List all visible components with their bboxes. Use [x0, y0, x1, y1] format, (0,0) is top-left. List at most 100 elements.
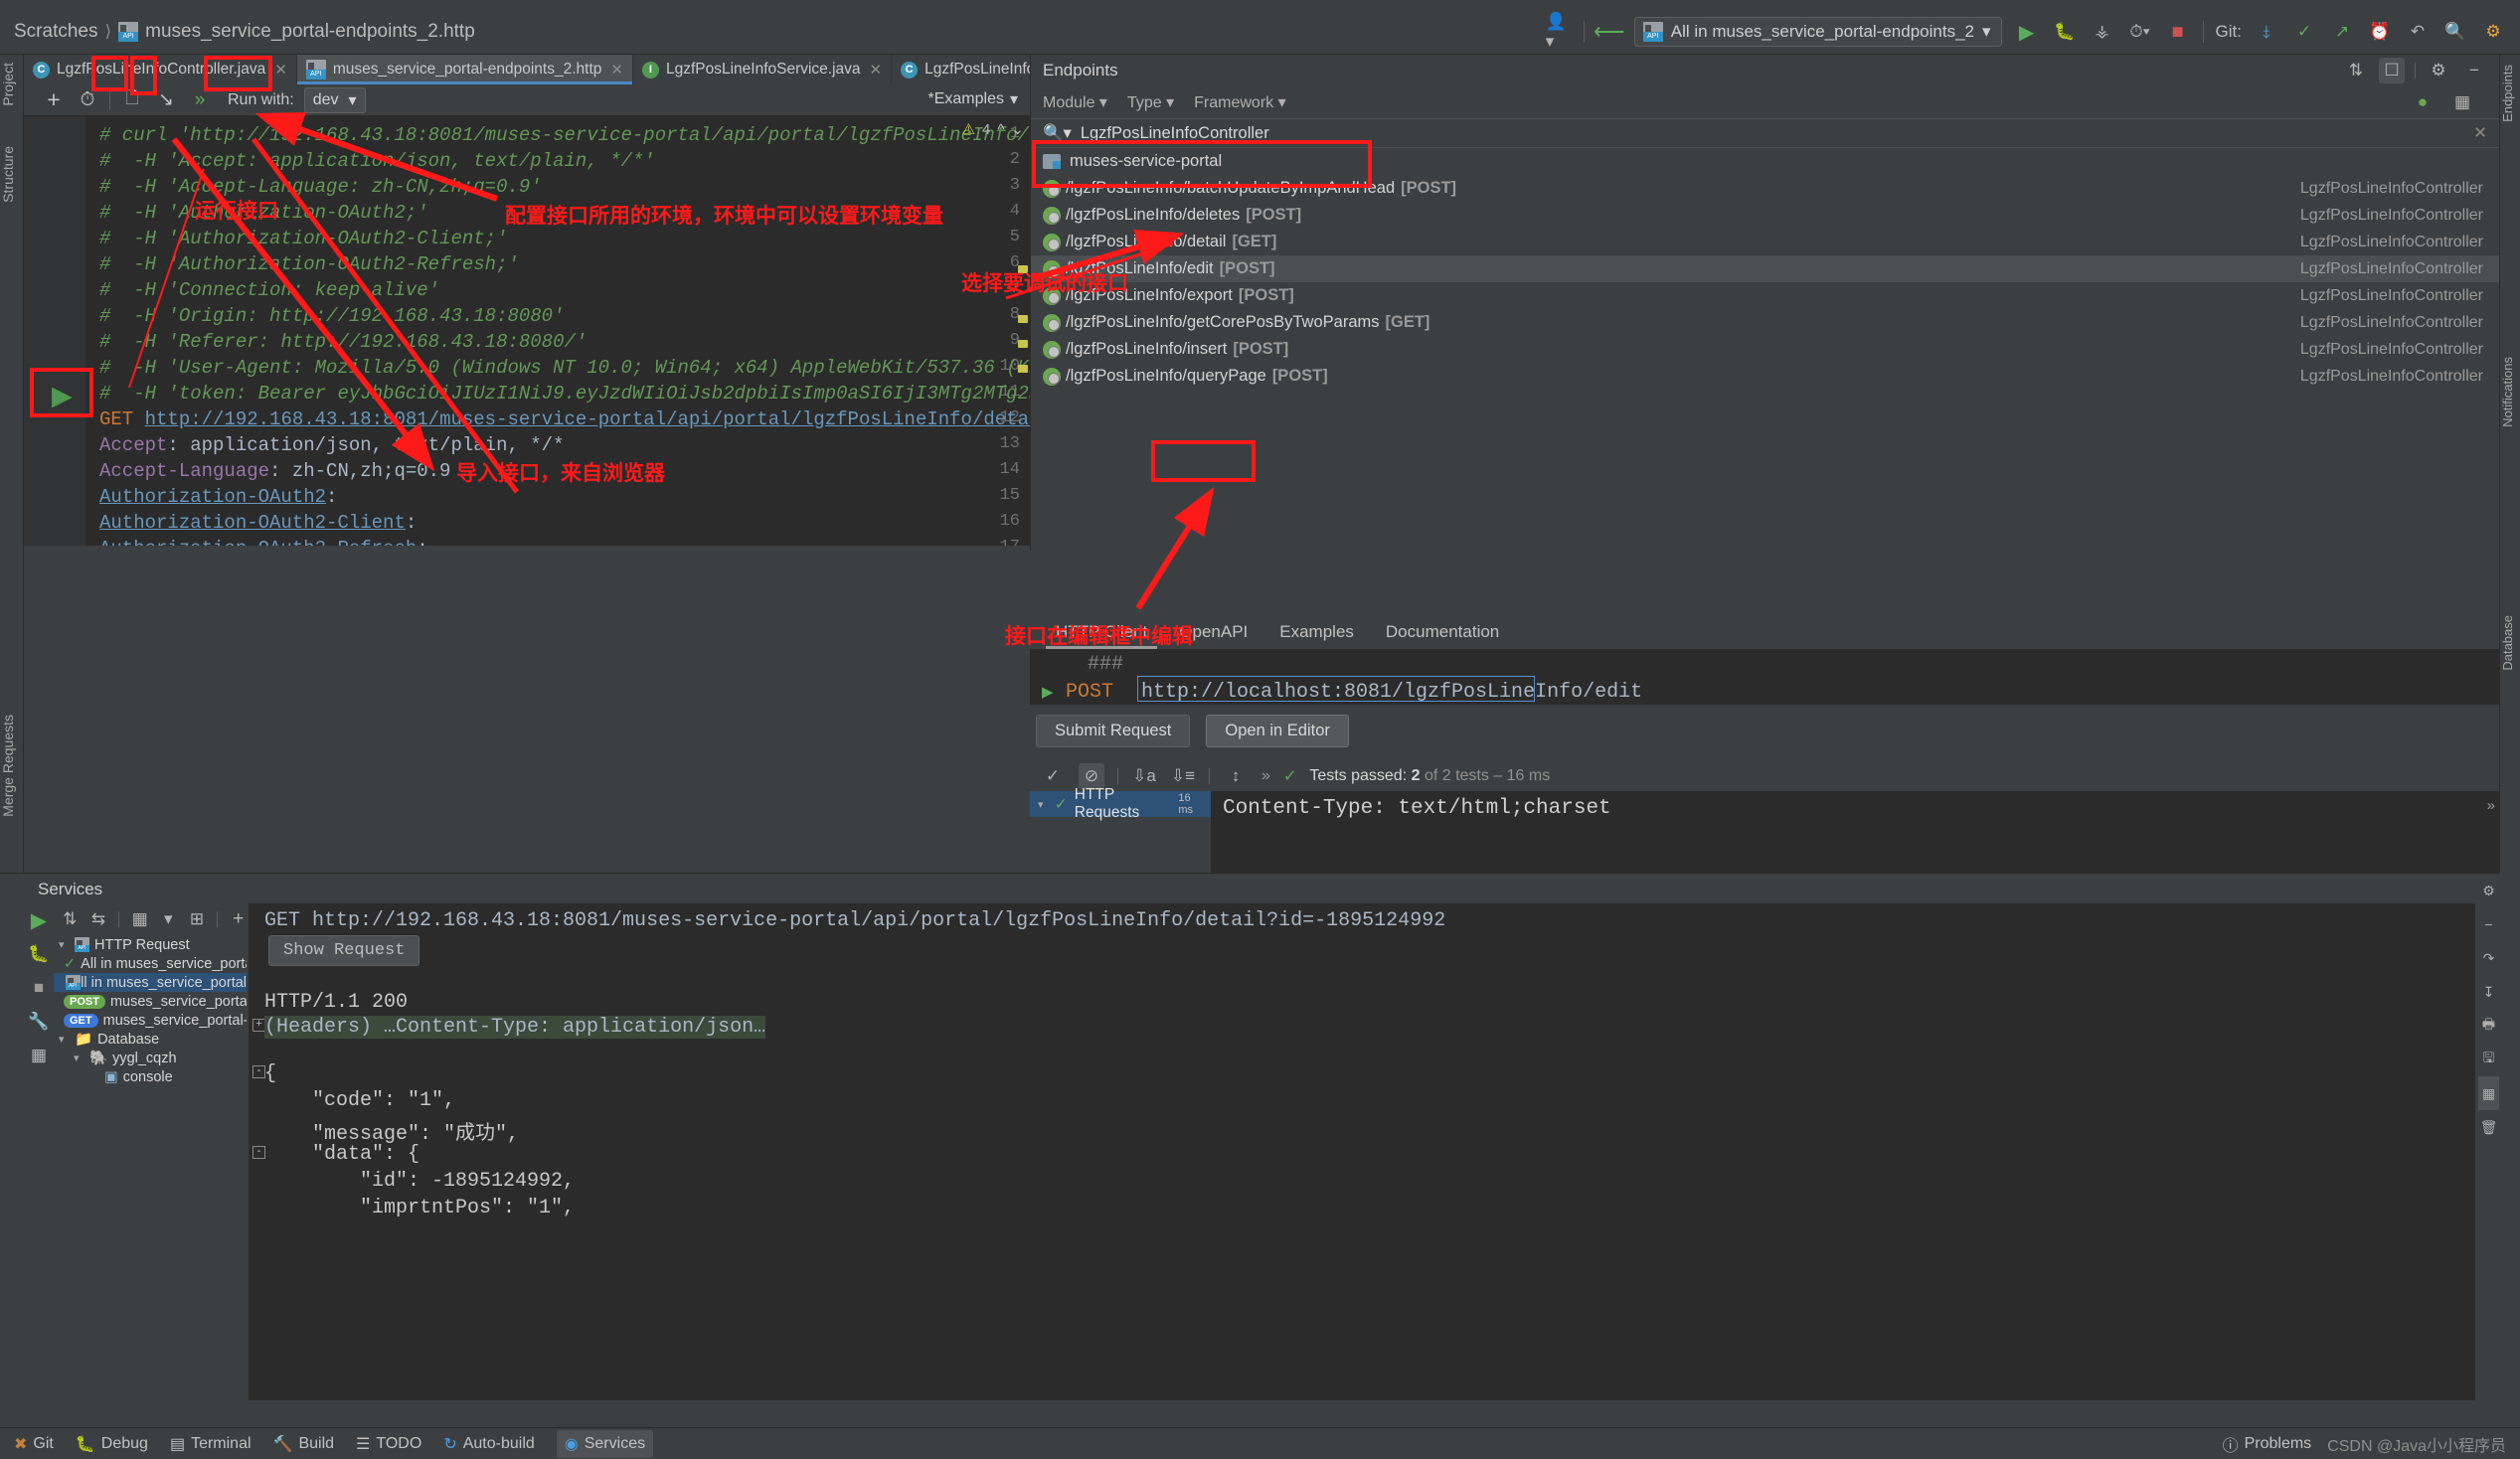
- close-icon[interactable]: ✕: [610, 61, 623, 79]
- code-line[interactable]: # curl 'http://192.168.43.18:8081/muses-…: [99, 124, 1030, 146]
- services-console[interactable]: GET http://192.168.43.18:8081/muses-serv…: [249, 903, 2475, 1400]
- close-icon[interactable]: ✕: [274, 61, 287, 79]
- endpoint-row[interactable]: /lgzfPosLineInfo/edit[POST]LgzfPosLineIn…: [1031, 255, 2499, 282]
- import-from-curl-icon[interactable]: ↘: [154, 88, 178, 112]
- close-icon[interactable]: ✕: [870, 61, 883, 79]
- code-line[interactable]: # -H 'token: Bearer eyJhbGciOiJIUzI1NiJ9…: [99, 383, 1030, 405]
- http-client-preview[interactable]: ### ▶ POST http://localhost:8081/lgzfPos…: [1030, 649, 2499, 705]
- services-tree-node[interactable]: ✓All in muses_service_portal: [54, 954, 247, 973]
- prev-problem-icon[interactable]: ^: [997, 121, 1004, 138]
- status-git[interactable]: ✖Git: [14, 1434, 54, 1454]
- code-line[interactable]: # -H 'Accept-Language: zh-CN,zh;q=0.9': [99, 176, 542, 198]
- gear-icon[interactable]: ⚙: [2426, 58, 2451, 83]
- run-all-requests-icon[interactable]: »: [188, 88, 212, 112]
- clear-search-icon[interactable]: ✕: [2473, 123, 2487, 143]
- overflow-icon[interactable]: »: [1261, 767, 1270, 785]
- sidebar-item-project[interactable]: Project: [0, 59, 16, 110]
- minimize-icon[interactable]: −: [2461, 58, 2487, 83]
- run-with-coverage-icon[interactable]: ⚶: [2090, 19, 2115, 45]
- profiler-icon[interactable]: ⏱▾: [2127, 19, 2153, 45]
- sidebar-item-notifications[interactable]: Notifications: [2500, 353, 2520, 431]
- code-line[interactable]: Authorization-OAuth2-Client:: [99, 512, 417, 534]
- split-icon[interactable]: ▦: [2478, 1076, 2499, 1110]
- vcs-update-icon[interactable]: ⟵: [1596, 19, 1622, 45]
- filter-framework[interactable]: Framework ▾: [1194, 92, 1286, 112]
- code-line[interactable]: # -H 'Accept: application/json, text/pla…: [99, 150, 655, 172]
- run-request-gutter-icon[interactable]: ▶: [1042, 683, 1054, 702]
- expand-collapse-icon[interactable]: ↕: [1223, 763, 1249, 789]
- clear-all-icon[interactable]: 🗑: [2478, 1110, 2499, 1144]
- debug-icon[interactable]: 🐛: [2052, 19, 2078, 45]
- sidebar-item-endpoints[interactable]: Endpoints: [2500, 61, 2520, 126]
- code-line[interactable]: Accept-Language: zh-CN,zh;q=0.9: [99, 460, 450, 482]
- status-debug[interactable]: 🐛Debug: [76, 1434, 148, 1454]
- layout-icon[interactable]: ☐: [2379, 58, 2405, 83]
- git-push-icon[interactable]: ↗: [2329, 19, 2355, 45]
- inspection-widget[interactable]: ⚠ 4 ^ ⌄: [962, 120, 1024, 138]
- print-icon[interactable]: 🖶: [2478, 1009, 2499, 1043]
- user-avatar-icon[interactable]: 👤▾: [1546, 19, 1572, 45]
- show-request-button[interactable]: Show Request: [268, 935, 420, 966]
- services-tree-node[interactable]: APIAll in muses_service_portal: [54, 973, 247, 992]
- test-tree-node[interactable]: ▾ ✓ HTTP Requests 16 ms: [1030, 791, 1211, 817]
- chevron-down-icon[interactable]: ▾: [59, 1033, 70, 1046]
- status-services[interactable]: ◉Services: [557, 1430, 653, 1458]
- show-passed-icon[interactable]: ✓: [1040, 763, 1066, 789]
- code-line[interactable]: # -H 'Authorization-OAuth2-Client;': [99, 228, 507, 249]
- endpoint-row[interactable]: /lgzfPosLineInfo/deletes[POST]LgzfPosLin…: [1031, 202, 2499, 229]
- fold-toggle-icon[interactable]: -: [252, 1146, 265, 1159]
- services-tree-node[interactable]: ▾APIHTTP Request: [54, 935, 247, 954]
- filter-icon[interactable]: ▾: [160, 906, 177, 932]
- sort-by-duration-icon[interactable]: ⇩≡: [1170, 763, 1196, 789]
- filter-type[interactable]: Type ▾: [1127, 92, 1174, 112]
- editor-tab-http[interactable]: API muses_service_portal-endpoints_2.htt…: [297, 55, 633, 84]
- settings-icon[interactable]: ⚙: [2480, 19, 2506, 45]
- code-line[interactable]: # -H 'User-Agent: Mozilla/5.0 (Windows N…: [99, 357, 1030, 379]
- add-tab-icon[interactable]: ⊞: [189, 906, 206, 932]
- endpoint-row[interactable]: /lgzfPosLineInfo/export[POST]LgzfPosLine…: [1031, 282, 2499, 309]
- search-everywhere-icon[interactable]: 🔍: [2442, 19, 2468, 45]
- sidebar-item-database[interactable]: Database: [2500, 611, 2520, 675]
- examples-link[interactable]: *Examples ▾: [927, 89, 1018, 109]
- collapse-all-icon[interactable]: ⇆: [90, 906, 107, 932]
- code-line[interactable]: # -H 'Referer: http://192.168.43.18:8080…: [99, 331, 587, 353]
- endpoint-row[interactable]: /lgzfPosLineInfo/queryPage[POST]LgzfPosL…: [1031, 363, 2499, 390]
- status-problems[interactable]: ⓘProblems: [2223, 1432, 2312, 1456]
- expand-all-icon[interactable]: ⇅: [62, 906, 79, 932]
- services-tree-node[interactable]: ▾🐘yygl_cqzh: [54, 1049, 247, 1067]
- fold-toggle-icon[interactable]: -: [252, 1065, 265, 1078]
- run-request-gutter-icon[interactable]: ▶: [52, 381, 73, 411]
- git-update-icon[interactable]: ⤈: [2254, 19, 2279, 45]
- expand-response-icon[interactable]: »: [2487, 797, 2495, 814]
- run-configuration-selector[interactable]: API All in muses_service_portal-endpoint…: [1634, 17, 2002, 47]
- breadcrumb-root[interactable]: Scratches: [14, 21, 97, 43]
- code-line[interactable]: Authorization-OAuth2:: [99, 486, 337, 508]
- filter-module[interactable]: Module ▾: [1043, 92, 1107, 112]
- debug-icon[interactable]: 🐛: [24, 937, 54, 971]
- add-service-icon[interactable]: +: [230, 906, 247, 932]
- code-line[interactable]: GET http://192.168.43.18:8081/muses-serv…: [99, 408, 1030, 430]
- git-commit-icon[interactable]: ✓: [2291, 19, 2317, 45]
- soft-wrap-icon[interactable]: ↷: [2478, 941, 2499, 975]
- minimize-icon[interactable]: −: [2478, 907, 2499, 941]
- tab-examples[interactable]: Examples: [1263, 614, 1370, 649]
- open-in-editor-button[interactable]: Open in Editor: [1206, 715, 1348, 747]
- sidebar-item-structure[interactable]: Structure: [0, 142, 16, 207]
- breadcrumb-file[interactable]: muses_service_portal-endpoints_2.http: [145, 21, 475, 43]
- environment-selector[interactable]: dev ▾: [304, 87, 366, 113]
- services-tree-node[interactable]: POSTmuses_service_portal-e: [54, 992, 247, 1011]
- settings-wrench-icon[interactable]: 🔧: [24, 1005, 54, 1039]
- code-line[interactable]: # -H 'Origin: http://192.168.43.18:8080': [99, 305, 564, 327]
- services-tree-node[interactable]: ▣console: [54, 1067, 247, 1086]
- editor-tab-service[interactable]: I LgzfPosLineInfoService.java ✕: [633, 55, 892, 84]
- git-rollback-icon[interactable]: ↶: [2405, 19, 2431, 45]
- endpoint-row[interactable]: /lgzfPosLineInfo/getCorePosByTwoParams[G…: [1031, 309, 2499, 336]
- services-tree-node[interactable]: ▾📁Database: [54, 1030, 247, 1049]
- stop-icon[interactable]: ■: [24, 971, 54, 1005]
- sidebar-item-merge-requests[interactable]: Merge Requests: [0, 711, 16, 821]
- chevron-down-icon[interactable]: ▾: [74, 1052, 84, 1064]
- git-history-icon[interactable]: ⏰: [2367, 19, 2393, 45]
- run-button[interactable]: ▶: [2014, 19, 2040, 45]
- services-tree-node[interactable]: GETmuses_service_portal-en: [54, 1011, 247, 1030]
- status-auto-build[interactable]: ↻Auto-build: [443, 1434, 534, 1454]
